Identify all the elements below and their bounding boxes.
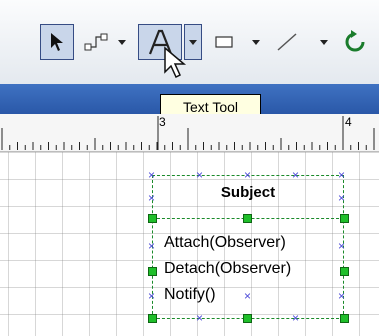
rectangle-icon bbox=[215, 36, 233, 48]
connection-point[interactable]: × bbox=[292, 312, 299, 324]
selection-handle-bottom-right[interactable] bbox=[340, 314, 349, 323]
pointer-arrow-icon bbox=[51, 33, 63, 51]
connection-point[interactable]: × bbox=[338, 240, 345, 252]
toolbar bbox=[0, 0, 379, 84]
uml-method-detach: Detach(Observer) bbox=[164, 260, 292, 277]
rectangle-dropdown-arrow[interactable] bbox=[252, 40, 260, 46]
chevron-down-icon bbox=[189, 40, 197, 46]
connection-point[interactable]: × bbox=[338, 192, 345, 204]
selection-handle-top-mid[interactable] bbox=[243, 214, 252, 223]
selection-handle-top-left[interactable] bbox=[148, 214, 157, 223]
ruler-mark-3: 3 bbox=[159, 115, 166, 129]
line-tool-button[interactable] bbox=[272, 26, 302, 58]
connector-tool-button[interactable] bbox=[80, 26, 112, 58]
rotate-icon bbox=[345, 30, 365, 52]
selection-handle-bottom-left[interactable] bbox=[148, 314, 157, 323]
uml-class-name: Subject bbox=[220, 184, 276, 201]
horizontal-ruler[interactable]: 3 4 bbox=[0, 114, 379, 152]
rectangle-tool-button[interactable] bbox=[210, 26, 238, 58]
uml-method-attach: Attach(Observer) bbox=[164, 234, 286, 251]
selection-handle-bottom-mid[interactable] bbox=[243, 314, 252, 323]
connection-point[interactable]: × bbox=[148, 290, 155, 302]
connection-point[interactable]: × bbox=[338, 290, 345, 302]
connection-point[interactable]: × bbox=[148, 192, 155, 204]
selection-handle-mid-left[interactable] bbox=[148, 267, 157, 276]
rotate-tool-button[interactable] bbox=[340, 24, 370, 60]
connection-point[interactable]: × bbox=[292, 169, 299, 181]
connection-point[interactable]: × bbox=[244, 290, 251, 302]
connection-point[interactable]: × bbox=[148, 240, 155, 252]
uml-method-notify: Notify() bbox=[164, 286, 216, 303]
connection-point[interactable]: × bbox=[338, 169, 345, 181]
pointer-tool-button[interactable] bbox=[40, 24, 74, 60]
connector-dropdown-arrow[interactable] bbox=[118, 40, 126, 46]
connector-icon bbox=[84, 33, 108, 51]
ruler-ticks bbox=[1, 116, 375, 150]
connection-point[interactable]: × bbox=[196, 312, 203, 324]
selection-handle-top-right[interactable] bbox=[340, 214, 349, 223]
connection-point[interactable]: × bbox=[148, 169, 155, 181]
connection-point[interactable]: × bbox=[196, 169, 203, 181]
mouse-cursor-icon bbox=[164, 46, 187, 79]
line-icon bbox=[277, 33, 297, 51]
ruler-mark-4: 4 bbox=[345, 115, 352, 129]
connection-point[interactable]: × bbox=[244, 169, 251, 181]
line-dropdown-arrow[interactable] bbox=[320, 40, 328, 46]
selection-handle-mid-right[interactable] bbox=[340, 267, 349, 276]
